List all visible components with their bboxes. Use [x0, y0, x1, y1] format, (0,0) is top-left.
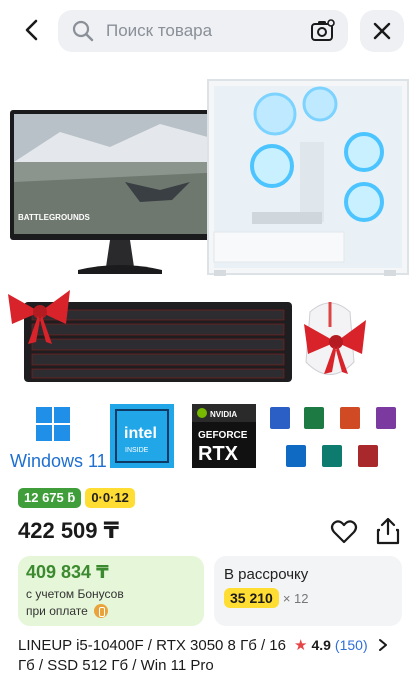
windows-logo: Windows 11 — [10, 407, 107, 471]
word-icon — [270, 407, 290, 429]
monitor-image: BATTLEGROUNDS — [10, 110, 230, 274]
publisher-icon — [322, 445, 342, 467]
rating-link[interactable]: ★ 4.9 (150) — [294, 636, 388, 654]
bonus-note-line2: при оплате — [26, 604, 108, 618]
product-price: 422 509 ₸ — [18, 518, 119, 543]
close-button[interactable] — [360, 10, 404, 52]
bonus-note-line1: с учетом Бонусов — [26, 587, 124, 601]
chevron-right-icon — [378, 639, 387, 651]
installment-badge: 0·0·12 — [85, 488, 135, 508]
installment-row: 35 210 × 12 — [224, 588, 309, 608]
bonus-note-text: при оплате — [26, 604, 88, 618]
access-icon — [358, 445, 378, 467]
product-image[interactable]: BATTLEGROUNDS Windows 11 intel INSIDE NV… — [0, 62, 420, 480]
installment-amount: 35 210 — [224, 588, 279, 608]
battlegrounds-label: BATTLEGROUNDS — [18, 213, 91, 222]
camera-search-icon[interactable] — [310, 18, 336, 44]
reviews-count: (150) — [334, 637, 368, 653]
windows-label: Windows 11 — [10, 451, 107, 471]
search-placeholder: Поиск товара — [106, 21, 213, 40]
close-icon — [373, 22, 391, 40]
chevron-left-icon — [25, 19, 38, 41]
rtx-label: RTX — [198, 443, 239, 465]
intel-logo: intel INSIDE — [110, 404, 174, 468]
product-title: LINEUP i5-10400F / RTX 3050 8 Гб / 16 Гб… — [18, 637, 286, 674]
rating-score: 4.9 — [311, 637, 331, 653]
badges-row: 12 675 ƃ 0·0·12 — [18, 488, 135, 508]
installment-title: В рассрочку — [224, 566, 309, 583]
office-icons — [270, 407, 396, 467]
search-input[interactable]: Поиск товара — [58, 10, 348, 52]
installment-card[interactable]: В рассрочку 35 210 × 12 — [214, 556, 402, 626]
share-icon — [376, 517, 400, 545]
back-button[interactable] — [14, 12, 50, 48]
heart-icon — [330, 520, 358, 544]
favorite-button[interactable] — [330, 518, 358, 546]
powerpoint-icon — [340, 407, 360, 429]
nvidia-label: NVIDIA — [210, 410, 237, 419]
installment-multiplier: × 12 — [282, 590, 309, 606]
bonus-price: 409 834 ₸ — [26, 562, 109, 582]
pc-case-image — [207, 79, 409, 276]
excel-icon — [304, 407, 324, 429]
intel-inside-label: INSIDE — [125, 447, 149, 454]
top-bar: Поиск товара — [0, 0, 420, 62]
bonus-price-card[interactable]: 409 834 ₸ с учетом Бонусов при оплате — [18, 556, 204, 626]
bonus-badge: 12 675 ƃ — [18, 488, 82, 508]
nvidia-geforce-rtx-logo: NVIDIA GEFORCE RTX — [192, 404, 256, 468]
outlook-icon — [286, 445, 306, 467]
search-icon — [72, 20, 94, 42]
geforce-label: GEFORCE — [198, 430, 248, 441]
bonus-coin-icon — [93, 604, 108, 618]
star-icon: ★ — [294, 637, 308, 654]
intel-label: intel — [124, 425, 157, 442]
share-button[interactable] — [374, 516, 402, 546]
onenote-icon — [376, 407, 396, 429]
